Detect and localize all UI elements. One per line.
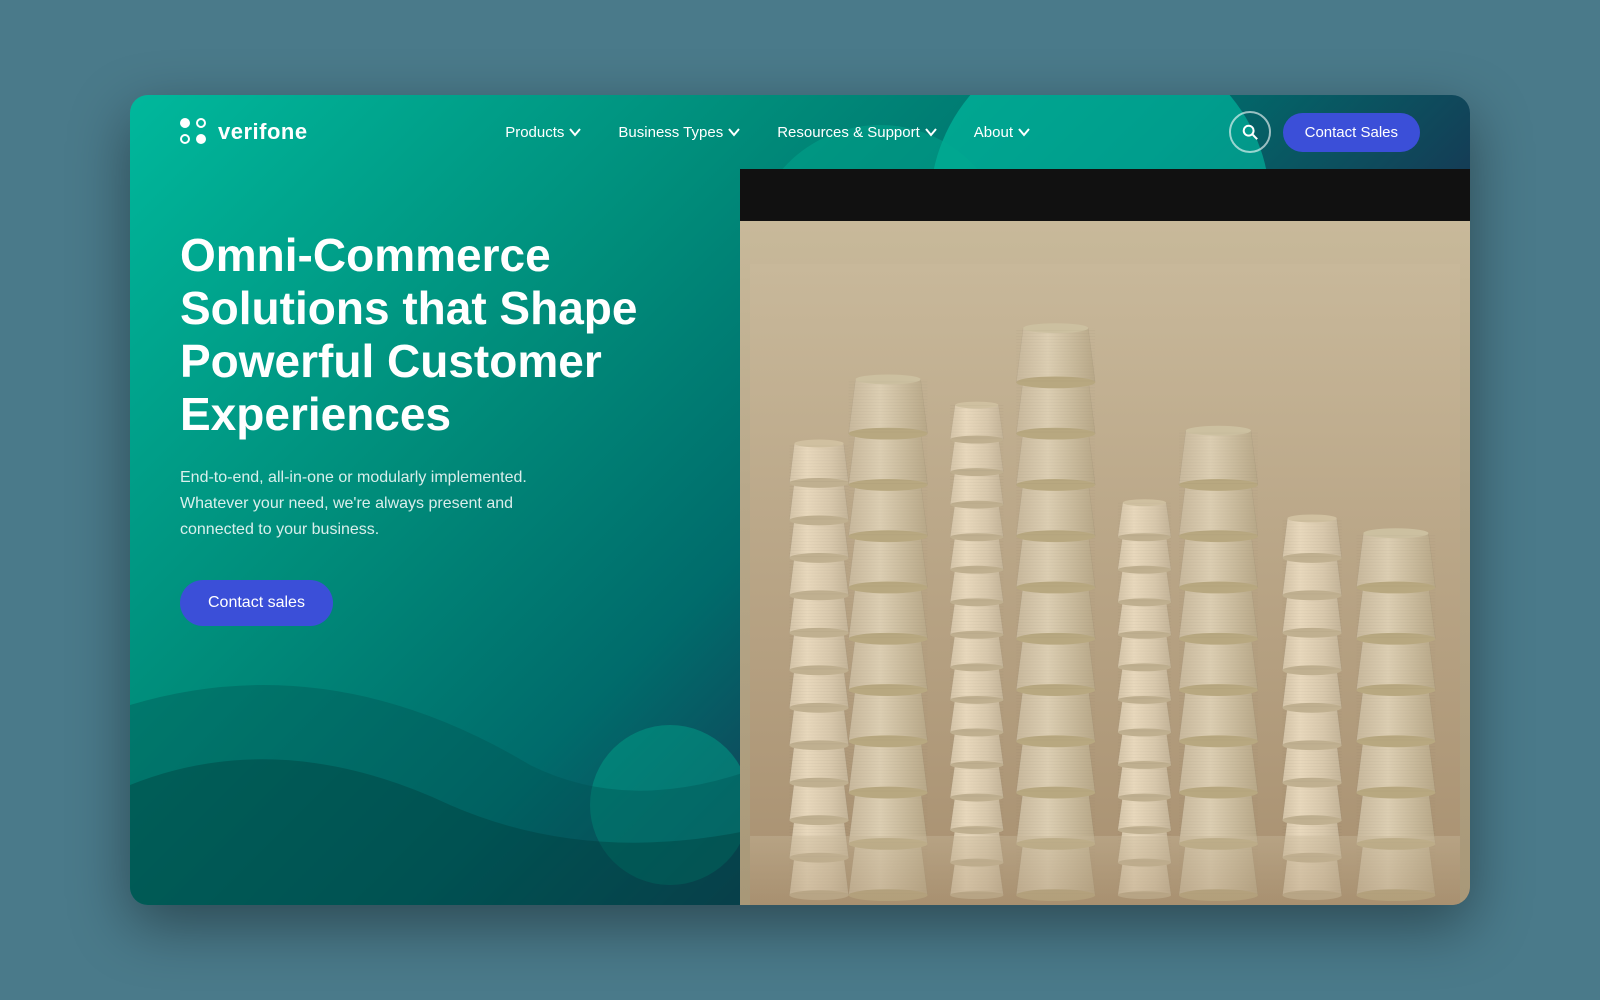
- nav-resources-label: Resources & Support: [777, 124, 920, 141]
- hero-subtitle: End-to-end, all-in-one or modularly impl…: [180, 465, 560, 544]
- hero-title: Omni-Commerce Solutions that Shape Power…: [180, 229, 640, 441]
- logo-dot-2: [196, 118, 206, 128]
- wave-decoration: [130, 585, 810, 905]
- nav-item-business-types[interactable]: Business Types: [604, 116, 755, 149]
- browser-window: verifone Products Business Types Resourc…: [130, 95, 1470, 905]
- nav-actions: Contact Sales: [1229, 111, 1420, 153]
- hero-content: Omni-Commerce Solutions that Shape Power…: [130, 169, 690, 626]
- logo-dot-4: [196, 134, 206, 144]
- product-image: [740, 169, 1470, 905]
- nav-item-about[interactable]: About: [960, 116, 1045, 149]
- nav-links: Products Business Types Resources & Supp…: [491, 116, 1045, 149]
- logo-dot-1: [180, 118, 190, 128]
- nav-item-products[interactable]: Products: [491, 116, 596, 149]
- logo-dot-3: [180, 134, 190, 144]
- search-icon: [1241, 123, 1259, 141]
- hero-cta-button[interactable]: Contact sales: [180, 580, 333, 626]
- logo-dots: [180, 118, 208, 146]
- navbar: verifone Products Business Types Resourc…: [130, 95, 1470, 169]
- nav-business-types-label: Business Types: [618, 124, 723, 141]
- contact-sales-button[interactable]: Contact Sales: [1283, 113, 1420, 152]
- cups-svg: [750, 221, 1460, 905]
- logo[interactable]: verifone: [180, 118, 308, 146]
- chevron-down-icon: [727, 125, 741, 139]
- logo-text: verifone: [218, 119, 308, 145]
- nav-item-resources[interactable]: Resources & Support: [763, 116, 952, 149]
- nav-about-label: About: [974, 124, 1013, 141]
- cups-image: [740, 221, 1470, 905]
- search-button[interactable]: [1229, 111, 1271, 153]
- chevron-down-icon: [1017, 125, 1031, 139]
- chevron-down-icon: [924, 125, 938, 139]
- chevron-down-icon: [568, 125, 582, 139]
- image-black-bar: [740, 169, 1470, 221]
- nav-products-label: Products: [505, 124, 564, 141]
